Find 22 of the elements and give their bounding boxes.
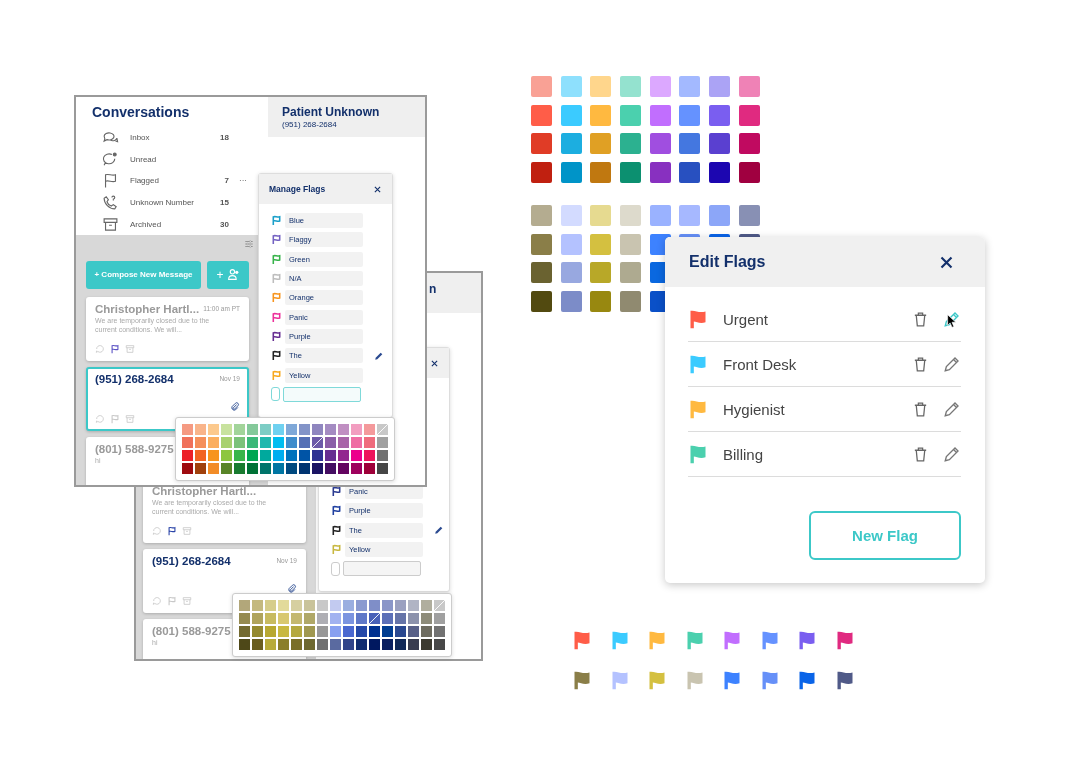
contact-name: (951) 268-2684 [95, 372, 174, 385]
patient-name: Patient Unknown [282, 105, 381, 119]
sidebar-item[interactable]: Inbox 18 [102, 127, 259, 149]
sidebar-title: Conversations [92, 103, 191, 121]
contact-name: (951) 268-2684 [152, 555, 231, 567]
contact-name: Christopher Hartl... [95, 302, 200, 315]
dialog-title: Edit Flags [689, 253, 766, 271]
sidebar-item[interactable]: Unread [102, 148, 259, 171]
more-menu[interactable]: ··· [239, 176, 259, 186]
sidebar-item[interactable]: Unknown Number 15 [102, 191, 259, 214]
patient-phone: (951) 268-2684 [282, 120, 338, 129]
sidebar-item[interactable]: Flagged 7 ··· [102, 170, 259, 192]
flag-name: Urgent [723, 310, 770, 328]
contact-name: (801) 588-9275 [152, 625, 231, 637]
contact-name: Christopher Hartl... [152, 485, 257, 497]
flag-name: Front Desk [723, 355, 798, 373]
sidebar-item[interactable]: Archived 30 [102, 213, 259, 235]
contact-name: (801) 588-9275 [95, 442, 174, 455]
popover-title: Manage Flags [269, 184, 326, 194]
patient-name: n [429, 282, 437, 296]
flag-name: Hygienist [723, 400, 786, 418]
flag-name: Billing [723, 445, 765, 463]
